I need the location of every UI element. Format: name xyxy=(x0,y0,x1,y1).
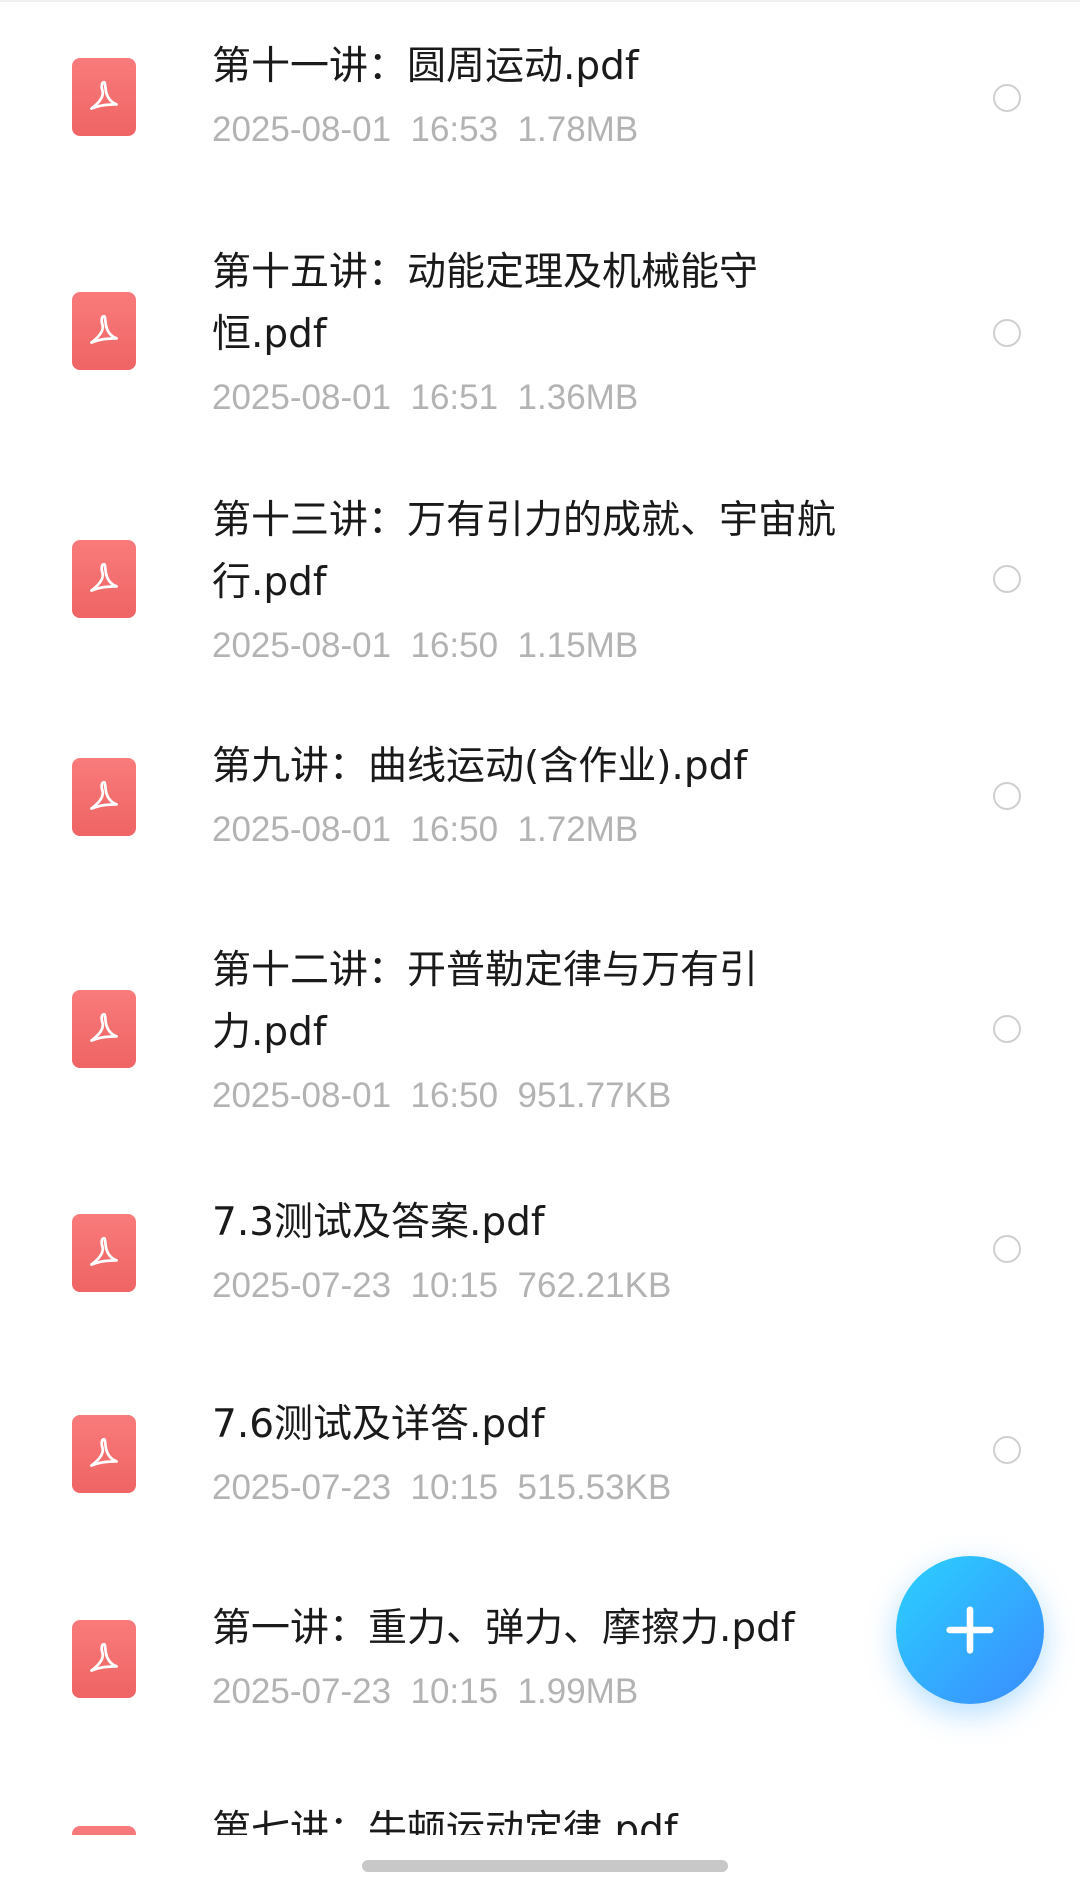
file-date: 2025-08-01 xyxy=(212,810,392,849)
file-time: 10:15 xyxy=(410,1468,499,1507)
file-row[interactable]: 第七讲：牛顿运动定律.pdf xyxy=(0,1780,1080,1835)
file-name: 第十三讲：万有引力的成就、宇宙航 行.pdf xyxy=(212,498,837,605)
file-row[interactable]: 第十三讲：万有引力的成就、宇宙航 行.pdf 2025-08-01 16:50 … xyxy=(0,460,1080,720)
pdf-file-icon xyxy=(72,990,136,1068)
file-date: 2025-07-23 xyxy=(212,1468,392,1507)
pdf-file-icon xyxy=(72,758,136,836)
file-time: 16:50 xyxy=(410,626,499,665)
file-time: 16:51 xyxy=(410,378,499,417)
radio-unchecked-icon[interactable] xyxy=(993,84,1021,112)
file-list[interactable]: 第十一讲：圆周运动.pdf 2025-08-01 16:53 1.78MB 第十… xyxy=(0,0,1080,1835)
file-name: 第十二讲：开普勒定律与万有引 力.pdf xyxy=(212,948,759,1055)
radio-unchecked-icon[interactable] xyxy=(993,1015,1021,1043)
file-name: 第七讲：牛顿运动定律.pdf xyxy=(212,1808,678,1835)
file-date: 2025-07-23 xyxy=(212,1266,392,1305)
pdf-file-icon xyxy=(72,1214,136,1292)
file-size: 1.78MB xyxy=(517,110,639,149)
radio-unchecked-icon[interactable] xyxy=(993,565,1021,593)
home-indicator[interactable] xyxy=(362,1860,728,1872)
file-meta: 2025-07-23 10:15 762.21KB xyxy=(212,1264,932,1308)
file-date: 2025-08-01 xyxy=(212,626,392,665)
pdf-file-icon xyxy=(72,1826,136,1835)
file-row[interactable]: 第十二讲：开普勒定律与万有引 力.pdf 2025-08-01 16:50 95… xyxy=(0,920,1080,1180)
file-list-screen: 第十一讲：圆周运动.pdf 2025-08-01 16:53 1.78MB 第十… xyxy=(0,0,1080,1892)
file-meta: 2025-08-01 16:53 1.78MB xyxy=(212,108,932,152)
pdf-file-icon xyxy=(72,540,136,618)
file-name: 第十五讲：动能定理及机械能守 恒.pdf xyxy=(212,250,759,357)
file-meta: 2025-08-01 16:51 1.36MB xyxy=(212,376,932,420)
file-row[interactable]: 7.3测试及答案.pdf 2025-07-23 10:15 762.21KB xyxy=(0,1180,1080,1380)
file-size: 1.72MB xyxy=(517,810,639,849)
pdf-file-icon xyxy=(72,1415,136,1493)
pdf-file-icon xyxy=(72,58,136,136)
file-size: 951.77KB xyxy=(517,1076,672,1115)
file-row[interactable]: 7.6测试及详答.pdf 2025-07-23 10:15 515.53KB xyxy=(0,1380,1080,1580)
file-size: 515.53KB xyxy=(517,1468,672,1507)
file-time: 16:53 xyxy=(410,110,499,149)
file-name: 第一讲：重力、弹力、摩擦力.pdf xyxy=(212,1606,795,1651)
file-meta: 2025-07-23 10:15 515.53KB xyxy=(212,1466,932,1510)
file-time: 16:50 xyxy=(410,1076,499,1115)
file-size: 1.36MB xyxy=(517,378,639,417)
file-time: 16:50 xyxy=(410,810,499,849)
radio-unchecked-icon[interactable] xyxy=(993,1436,1021,1464)
file-row[interactable]: 第九讲：曲线运动(含作业).pdf 2025-08-01 16:50 1.72M… xyxy=(0,720,1080,920)
radio-unchecked-icon[interactable] xyxy=(993,782,1021,810)
pdf-file-icon xyxy=(72,1620,136,1698)
file-name: 第十一讲：圆周运动.pdf xyxy=(212,44,639,89)
file-date: 2025-08-01 xyxy=(212,378,392,417)
file-date: 2025-07-23 xyxy=(212,1672,392,1711)
file-row[interactable]: 第十五讲：动能定理及机械能守 恒.pdf 2025-08-01 16:51 1.… xyxy=(0,200,1080,460)
file-size: 1.99MB xyxy=(517,1672,639,1711)
file-meta: 2025-08-01 16:50 1.15MB xyxy=(212,624,932,668)
file-name: 7.6测试及详答.pdf xyxy=(212,1402,545,1447)
file-date: 2025-08-01 xyxy=(212,110,392,149)
file-size: 762.21KB xyxy=(517,1266,672,1305)
radio-unchecked-icon[interactable] xyxy=(993,319,1021,347)
radio-unchecked-icon[interactable] xyxy=(993,1235,1021,1263)
file-name: 7.3测试及答案.pdf xyxy=(212,1200,545,1245)
file-size: 1.15MB xyxy=(517,626,639,665)
file-name: 第九讲：曲线运动(含作业).pdf xyxy=(212,744,748,789)
pdf-file-icon xyxy=(72,292,136,370)
file-meta: 2025-08-01 16:50 951.77KB xyxy=(212,1074,932,1118)
file-row[interactable]: 第十一讲：圆周运动.pdf 2025-08-01 16:53 1.78MB xyxy=(0,0,1080,200)
file-meta: 2025-07-23 10:15 1.99MB xyxy=(212,1670,932,1714)
file-time: 10:15 xyxy=(410,1266,499,1305)
file-meta: 2025-08-01 16:50 1.72MB xyxy=(212,808,932,852)
file-time: 10:15 xyxy=(410,1672,499,1711)
add-button[interactable] xyxy=(896,1556,1044,1704)
plus-icon xyxy=(946,1606,994,1654)
file-date: 2025-08-01 xyxy=(212,1076,392,1115)
